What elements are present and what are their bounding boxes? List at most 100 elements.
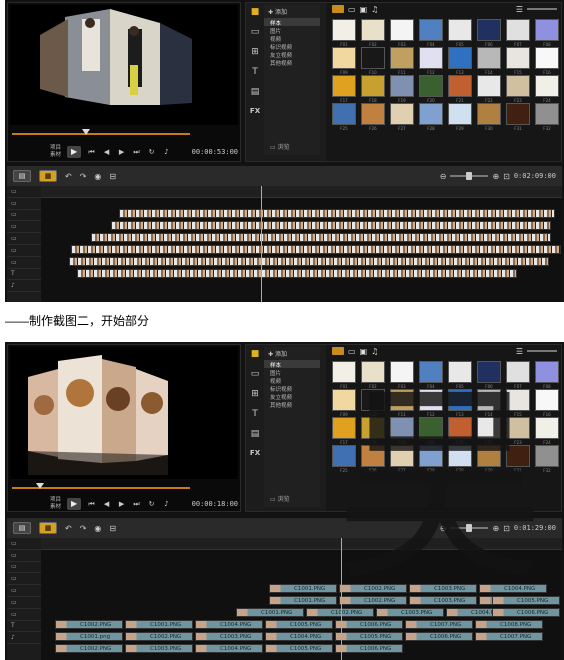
library-thumbnail[interactable]: F14 — [477, 47, 501, 75]
library-thumbnail[interactable]: F06 — [477, 19, 501, 47]
library-thumbnail[interactable]: F07 — [506, 19, 530, 47]
track-header[interactable]: ▭ — [7, 609, 41, 621]
list-view-icon[interactable]: ☰ — [516, 347, 523, 356]
image-clip[interactable]: C1001.PNG — [236, 608, 304, 617]
library-thumbnail[interactable]: F13 — [448, 47, 472, 75]
transition-icon[interactable]: ▭ — [251, 369, 260, 379]
library-thumbnail[interactable]: F18 — [361, 417, 385, 445]
next-frame-icon[interactable]: ▶ — [117, 500, 126, 509]
track-header[interactable]: ▭ — [7, 597, 41, 609]
library-thumbnail[interactable]: F09 — [332, 389, 356, 417]
record-icon[interactable]: ◉ — [94, 172, 101, 181]
library-thumbnail[interactable]: F30 — [477, 445, 501, 473]
category-item[interactable]: 图片 — [264, 26, 320, 35]
go-end-icon[interactable]: ⏭ — [132, 500, 141, 509]
image-clip[interactable]: C1001.png — [55, 632, 123, 641]
graphic-icon[interactable]: T — [252, 67, 258, 77]
library-thumbnail[interactable]: F11 — [390, 389, 414, 417]
timecode-display[interactable]: 00:00:18:00 — [192, 500, 238, 508]
track-header[interactable]: ▭ — [7, 221, 41, 234]
go-end-icon[interactable]: ⏭ — [132, 148, 141, 157]
title-icon[interactable]: ⊞ — [251, 47, 259, 57]
repeat-icon[interactable]: ↻ — [147, 500, 156, 509]
library-thumbnail[interactable]: F15 — [506, 389, 530, 417]
library-thumbnail[interactable]: F20 — [419, 417, 443, 445]
track-header[interactable]: ▭ — [7, 550, 41, 562]
fit-icon[interactable]: ⊡ — [503, 524, 510, 533]
audio-filter-icon[interactable]: ♫ — [371, 347, 378, 356]
image-clip[interactable]: C1004.PNG — [265, 632, 333, 641]
clip-mode-label[interactable]: 素材 — [50, 504, 61, 511]
track-header[interactable]: ▭ — [7, 245, 41, 257]
library-thumbnail[interactable]: F23 — [506, 75, 530, 103]
zoom-knob[interactable] — [466, 172, 473, 180]
image-clip[interactable]: C1002.PNG — [55, 620, 123, 629]
playhead[interactable] — [341, 538, 342, 660]
undo-icon[interactable]: ↶ — [65, 524, 72, 533]
image-clip[interactable]: C1003.PNG — [376, 608, 444, 617]
library-thumbnail[interactable]: F17 — [332, 75, 356, 103]
image-clip[interactable]: C1004.PNG — [195, 620, 263, 629]
library-thumbnail[interactable]: F13 — [448, 389, 472, 417]
play-button[interactable]: ▶ — [67, 146, 82, 158]
image-clip[interactable]: C1003.PNG — [409, 584, 477, 593]
image-clip[interactable]: C1002.PNG — [306, 608, 374, 617]
image-clip[interactable]: C1007.PNG — [475, 632, 543, 641]
library-thumbnail[interactable]: F31 — [506, 103, 530, 131]
go-start-icon[interactable]: ⏮ — [87, 500, 96, 509]
scrubber-bar[interactable] — [12, 133, 190, 135]
library-thumbnail[interactable]: F26 — [361, 445, 385, 473]
image-clip[interactable]: C1002.PNG — [125, 632, 193, 641]
browse-button[interactable]: ▭ 浏览 — [270, 142, 290, 151]
image-clip[interactable]: C1005.PNG — [335, 632, 403, 641]
library-thumbnail[interactable]: F01 — [332, 19, 356, 47]
zoom-in-icon[interactable]: ⊕ — [492, 524, 499, 533]
library-thumbnail[interactable]: F24 — [535, 75, 559, 103]
image-filter-icon[interactable]: ▣ — [360, 347, 368, 356]
mixer-icon[interactable]: ⊟ — [109, 172, 116, 181]
photo-clip-strip[interactable] — [119, 209, 555, 218]
image-clip[interactable]: C1001.PNG — [269, 584, 337, 593]
category-item[interactable]: 图片 — [264, 368, 320, 377]
library-thumbnail[interactable]: F14 — [477, 389, 501, 417]
playhead[interactable] — [261, 186, 262, 302]
timecode-display[interactable]: 00:00:53:00 — [192, 148, 238, 156]
library-thumbnail[interactable]: F12 — [419, 47, 443, 75]
prev-frame-icon[interactable]: ◀ — [102, 500, 111, 509]
library-thumbnail[interactable]: F19 — [390, 417, 414, 445]
library-thumbnail[interactable]: F28 — [419, 103, 443, 131]
library-thumbnail[interactable]: F30 — [477, 103, 501, 131]
track-header[interactable]: ▭ — [7, 233, 41, 245]
image-clip[interactable]: C1007.PNG — [405, 620, 473, 629]
library-thumbnail[interactable]: F23 — [506, 417, 530, 445]
library-thumbnail[interactable]: F17 — [332, 417, 356, 445]
track-header[interactable]: ▭ — [7, 538, 41, 550]
category-item[interactable]: 友立视频 — [264, 50, 320, 59]
library-thumbnail[interactable]: F27 — [390, 103, 414, 131]
prev-frame-icon[interactable]: ◀ — [102, 148, 111, 157]
library-thumbnail[interactable]: F32 — [535, 445, 559, 473]
library-thumbnail[interactable]: F32 — [535, 103, 559, 131]
library-thumbnail[interactable]: F05 — [448, 361, 472, 389]
library-thumbnail[interactable]: F15 — [506, 47, 530, 75]
library-thumbnail[interactable]: F09 — [332, 47, 356, 75]
library-thumbnail[interactable]: F18 — [361, 75, 385, 103]
image-clip[interactable]: C1002.PNG — [55, 644, 123, 653]
timeline-ruler[interactable] — [41, 538, 562, 550]
track-header[interactable]: T — [7, 269, 41, 281]
photo-clip-strip[interactable] — [77, 269, 517, 278]
library-thumbnail[interactable]: F03 — [390, 19, 414, 47]
list-view-icon[interactable]: ☰ — [516, 5, 523, 14]
library-thumbnail[interactable]: F03 — [390, 361, 414, 389]
library-thumbnail[interactable]: F25 — [332, 103, 356, 131]
library-thumbnail[interactable]: F08 — [535, 19, 559, 47]
track-header[interactable]: ▭ — [7, 210, 41, 222]
library-thumbnail[interactable]: F07 — [506, 361, 530, 389]
volume-icon[interactable]: ♪ — [162, 148, 171, 157]
image-clip[interactable]: C1001.PNG — [269, 596, 337, 605]
zoom-out-icon[interactable]: ⊖ — [440, 524, 447, 533]
track-header[interactable]: ▭ — [7, 573, 41, 586]
record-icon[interactable]: ◉ — [94, 524, 101, 533]
library-thumbnail[interactable]: F24 — [535, 417, 559, 445]
library-thumbnail[interactable]: F22 — [477, 75, 501, 103]
